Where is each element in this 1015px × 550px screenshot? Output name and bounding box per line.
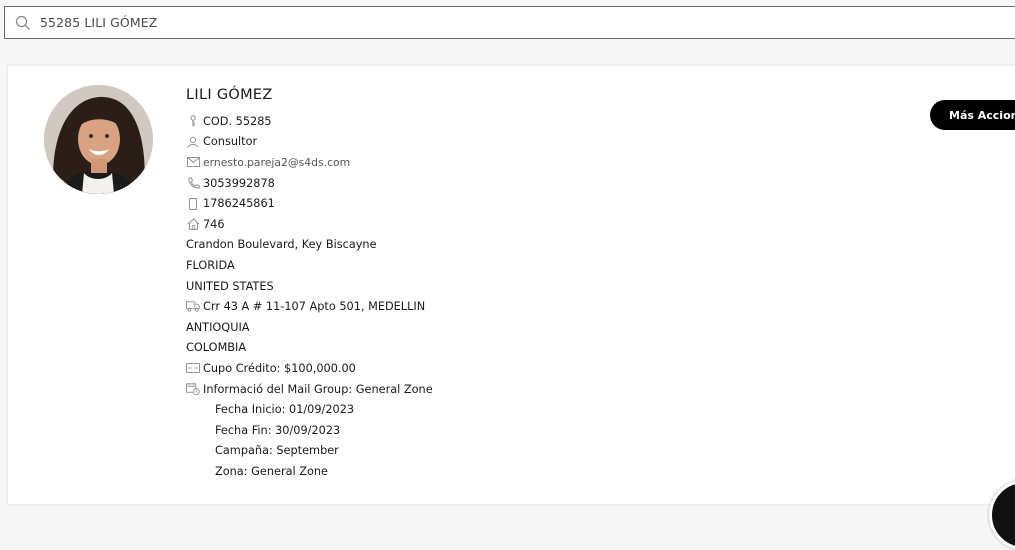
credit-limit: Cupo Crédito: $100,000.00 [203,361,356,375]
search-bar[interactable]: 55285 LILI GÓMEZ [4,6,1015,39]
customer-role: Consultor [203,135,258,149]
mail-group-zone: Zona: General Zone [215,464,329,478]
customer-role-row: Consultor [186,132,433,153]
customer-address-number: 746 [203,217,225,231]
customer-code: COD. 55285 [203,114,272,128]
key-icon [186,114,200,128]
mail-group-start: Fecha Inicio: 01/09/2023 [215,403,355,417]
customer-name: LILI GÓMEZ [186,87,273,103]
customer-phone-row: 3053992878 [186,173,433,194]
address-line: FLORIDA [186,258,235,272]
user-icon [186,135,200,149]
search-icon [15,15,31,31]
address-line: Crandon Boulevard, Key Biscayne [186,238,377,252]
shipping-address: Crr 43 A # 11-107 Apto 501, MEDELLIN [203,300,426,314]
mail-group-row: Informació del Mail Group: General Zone [186,379,433,400]
calendar-clock-icon [186,382,200,396]
customer-info: LILI GÓMEZ COD. 55285 Consultor ernesto.… [186,85,433,482]
home-icon [186,217,200,231]
shipping-line: COLOMBIA [186,341,247,355]
customer-mobile: 1786245861 [203,197,275,211]
avatar [44,85,153,194]
customer-email-row: ernesto.pareja2@s4ds.com [186,152,433,173]
customer-phone: 3053992878 [203,176,275,190]
truck-icon [186,300,200,314]
mobile-icon [186,197,200,211]
credit-card-icon [186,361,200,375]
shipping-address-row: Crr 43 A # 11-107 Apto 501, MEDELLIN [186,296,433,317]
customer-mobile-row: 1786245861 [186,193,433,214]
customer-card: LILI GÓMEZ COD. 55285 Consultor ernesto.… [7,65,1015,505]
customer-email[interactable]: ernesto.pareja2@s4ds.com [203,156,350,169]
address-line: UNITED STATES [186,279,274,293]
customer-address-number-row: 746 [186,214,433,235]
phone-icon [186,176,200,190]
shipping-line: ANTIOQUIA [186,320,250,334]
mail-group-title: Informació del Mail Group: General Zone [203,382,433,396]
search-input[interactable]: 55285 LILI GÓMEZ [40,15,157,30]
mail-group-end: Fecha Fin: 30/09/2023 [215,423,341,437]
mail-icon [186,155,200,169]
more-actions-button[interactable]: Más Acciones [930,100,1015,130]
credit-row: Cupo Crédito: $100,000.00 [186,358,433,379]
mail-group-campaign: Campaña: September [215,444,339,458]
customer-code-row: COD. 55285 [186,111,433,132]
